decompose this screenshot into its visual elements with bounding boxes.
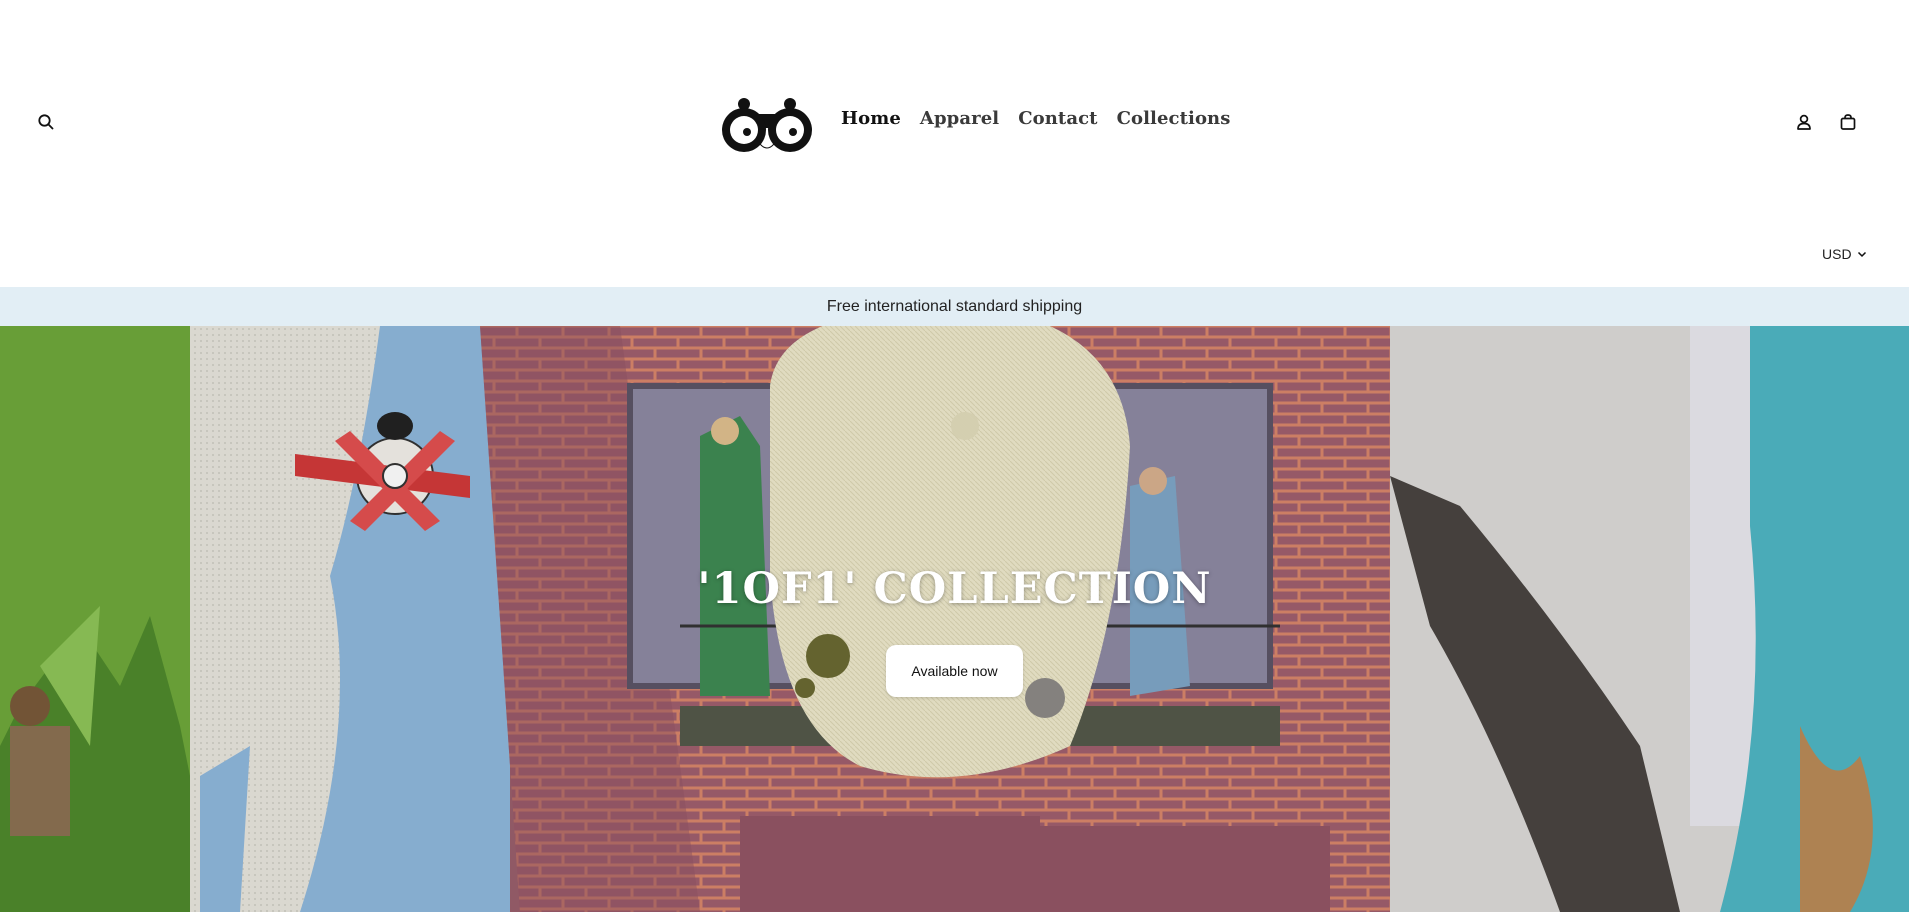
hero-banner: '1OF1' COLLECTION Available now [0, 326, 1909, 912]
announcement-text: Free international standard shipping [826, 297, 1083, 315]
hero-image [0, 326, 1909, 912]
chevron-down-icon [1857, 251, 1866, 258]
nav-contact[interactable]: Contact [1018, 108, 1097, 129]
cart-button[interactable] [1834, 108, 1862, 136]
hero-title: '1OF1' COLLECTION [697, 564, 1212, 614]
currency-label: USD [1822, 246, 1852, 262]
account-icon [1797, 114, 1811, 130]
search-button[interactable] [32, 108, 60, 136]
nav-home[interactable]: Home [841, 108, 901, 129]
account-button[interactable] [1790, 108, 1818, 136]
site-logo[interactable] [722, 96, 812, 158]
available-now-button[interactable]: Available now [886, 645, 1023, 697]
nav-apparel[interactable]: Apparel [920, 108, 999, 129]
site-header: Home Apparel Contact Collections USD [0, 0, 1909, 287]
currency-selector[interactable]: USD [1822, 246, 1867, 262]
nav-collections[interactable]: Collections [1117, 108, 1231, 129]
cart-icon [1840, 114, 1856, 130]
main-nav: Home Apparel Contact Collections [841, 108, 1230, 129]
binoculars-logo-icon [722, 98, 812, 152]
announcement-bar: Free international standard shipping [0, 287, 1909, 326]
search-icon [38, 114, 54, 130]
